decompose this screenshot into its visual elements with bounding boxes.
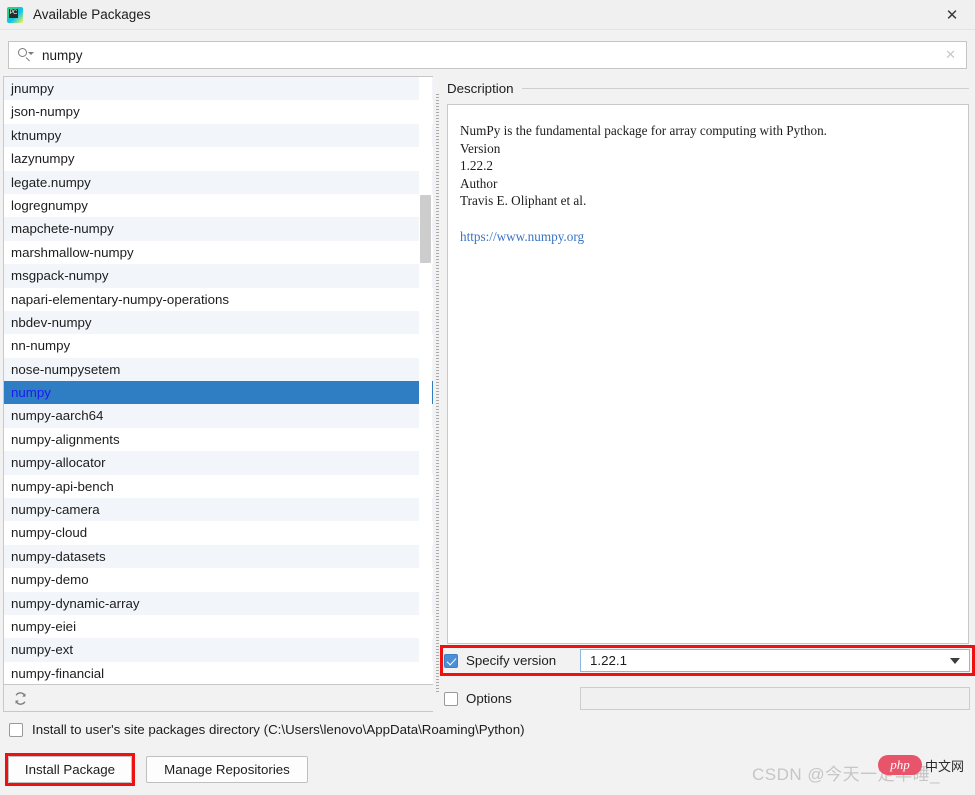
available-packages-dialog: PC Available Packages ✕ numpy ✕ jnumpy js…	[0, 0, 975, 795]
package-list-item[interactable]: marshmallow-numpy	[4, 240, 433, 265]
user-site-label: Install to user's site packages director…	[32, 722, 525, 737]
description-summary: NumPy is the fundamental package for arr…	[460, 123, 827, 138]
pycharm-icon: PC	[7, 6, 23, 23]
clear-search-icon[interactable]: ✕	[945, 47, 956, 63]
package-list-item[interactable]: mapchete-numpy	[4, 217, 433, 241]
package-list-item[interactable]: numpy-camera	[4, 498, 433, 522]
package-list-item[interactable]: lazynumpy	[4, 147, 433, 171]
splitter-grip	[435, 94, 439, 694]
package-list-item[interactable]: numpy-api-bench	[4, 474, 433, 499]
package-list-item[interactable]: nose-numpysetem	[4, 357, 433, 382]
chevron-down-icon[interactable]	[950, 657, 960, 664]
package-list-item[interactable]: legate.numpy	[4, 170, 433, 194]
package-list-item[interactable]: msgpack-numpy	[4, 264, 433, 288]
package-list-item[interactable]: json-numpy	[4, 100, 433, 124]
package-list-item[interactable]: numpy	[4, 381, 433, 405]
package-list-item[interactable]: nn-numpy	[4, 334, 433, 358]
package-list-item[interactable]: numpy-alignments	[4, 427, 433, 452]
package-list-item[interactable]: numpy-datasets	[4, 544, 433, 569]
options-row: Options	[444, 687, 971, 710]
description-legend: Description	[447, 81, 969, 96]
package-list-item[interactable]: napari-elementary-numpy-operations	[4, 287, 433, 311]
version-select[interactable]: 1.22.1	[580, 649, 970, 672]
scrollbar-thumb[interactable]	[420, 195, 431, 263]
search-input[interactable]: numpy ✕	[8, 41, 967, 69]
package-list-item[interactable]: numpy-eiei	[4, 614, 433, 639]
options-checkbox[interactable]	[444, 691, 458, 706]
package-list-scrollbar[interactable]	[419, 77, 432, 684]
install-package-button[interactable]: Install Package	[8, 756, 132, 783]
search-icon[interactable]	[17, 47, 34, 63]
refresh-bar	[3, 685, 433, 712]
package-list-item[interactable]: numpy-ext	[4, 638, 433, 662]
package-list-item[interactable]: numpy-dynamic-array	[4, 591, 433, 615]
legend-rule	[521, 88, 969, 89]
specify-version-label: Specify version	[466, 653, 557, 668]
php-cn-label: 中文网	[925, 759, 965, 774]
specify-version-row: Specify version 1.22.1	[444, 649, 971, 672]
refresh-icon[interactable]	[13, 691, 28, 706]
description-panel: Description NumPy is the fundamental pac…	[441, 76, 972, 646]
specify-version-checkbox[interactable]	[444, 653, 458, 668]
user-site-row: Install to user's site packages director…	[9, 722, 525, 737]
close-icon[interactable]: ✕	[929, 0, 975, 30]
window-title: Available Packages	[33, 7, 151, 22]
package-list-item[interactable]: ktnumpy	[4, 123, 433, 148]
php-logo: php	[878, 755, 922, 775]
manage-repositories-button[interactable]: Manage Repositories	[146, 756, 308, 783]
package-list-item[interactable]: nbdev-numpy	[4, 310, 433, 335]
package-list-item[interactable]: numpy-demo	[4, 568, 433, 592]
package-list-item[interactable]: jnumpy	[4, 77, 433, 101]
version-select-value: 1.22.1	[590, 653, 627, 668]
package-list-item[interactable]: numpy-financial	[4, 661, 433, 684]
user-site-checkbox[interactable]	[9, 722, 23, 737]
panel-splitter[interactable]	[433, 76, 441, 712]
package-list-item[interactable]: logregnumpy	[4, 193, 433, 218]
title-bar: PC Available Packages ✕	[0, 0, 975, 30]
package-list-item[interactable]: numpy-cloud	[4, 521, 433, 545]
package-list-item[interactable]: numpy-allocator	[4, 451, 433, 475]
options-input[interactable]	[580, 687, 970, 710]
package-list-item[interactable]: numpy-aarch64	[4, 404, 433, 428]
description-author-value: Travis E. Oliphant et al.	[460, 193, 587, 208]
options-label: Options	[466, 691, 512, 706]
description-version-value: 1.22.2	[460, 158, 493, 173]
description-text-area: NumPy is the fundamental package for arr…	[447, 104, 969, 644]
description-author-label: Author	[460, 175, 498, 191]
package-list[interactable]: jnumpy json-numpy ktnumpy lazynumpy legate.n…	[3, 76, 433, 685]
search-value: numpy	[42, 47, 83, 63]
description-homepage-link[interactable]: https://www.numpy.org	[460, 228, 954, 246]
description-version-label: Version	[460, 140, 501, 156]
description-legend-label: Description	[447, 81, 514, 96]
